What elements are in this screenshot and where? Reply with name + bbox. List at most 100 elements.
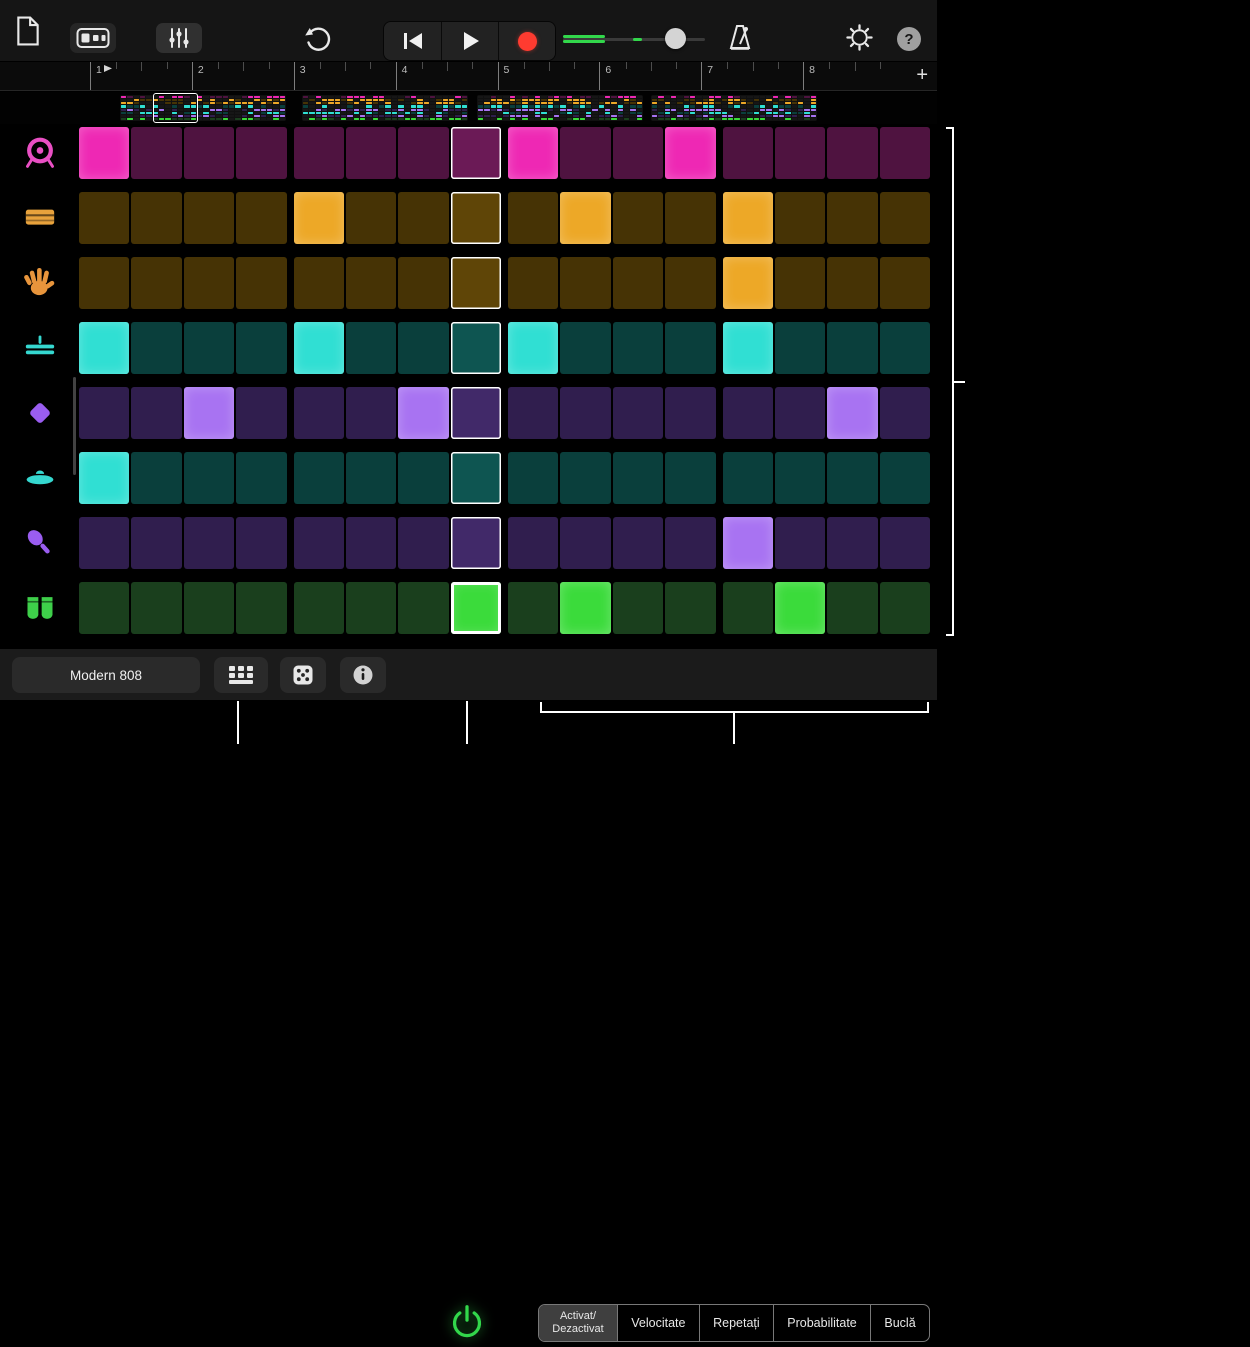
step-closed-hi-hat-7[interactable]	[398, 322, 449, 374]
closed-hi-hat-icon[interactable]	[0, 322, 79, 374]
step-snare-drum-14[interactable]	[774, 192, 826, 244]
block-icon[interactable]	[0, 387, 79, 439]
step-snare-drum-13[interactable]	[722, 192, 773, 244]
randomize-button[interactable]	[280, 657, 326, 693]
step-congas-5[interactable]	[293, 582, 344, 634]
snare-drum-icon[interactable]	[0, 192, 79, 244]
step-kick-drum-10[interactable]	[560, 127, 611, 179]
clap-icon[interactable]	[0, 257, 79, 309]
step-shaker-16[interactable]	[879, 517, 930, 569]
step-congas-6[interactable]	[345, 582, 397, 634]
ruler-beat-6[interactable]: 6	[599, 62, 701, 90]
step-snare-drum-10[interactable]	[560, 192, 611, 244]
step-closed-hi-hat-3[interactable]	[183, 322, 235, 374]
step-kick-drum-7[interactable]	[398, 127, 449, 179]
step-snare-drum-2[interactable]	[131, 192, 182, 244]
step-open-hi-hat-2[interactable]	[131, 452, 182, 504]
step-closed-hi-hat-11[interactable]	[612, 322, 664, 374]
ruler-beat-8[interactable]: 8	[803, 62, 905, 90]
step-kick-drum-6[interactable]	[345, 127, 397, 179]
new-document-icon[interactable]	[15, 16, 41, 46]
patch-name-button[interactable]: Modern 808	[12, 657, 200, 693]
step-kick-drum-4[interactable]	[236, 127, 287, 179]
step-congas-8[interactable]	[450, 582, 501, 634]
step-kick-drum-5[interactable]	[293, 127, 344, 179]
step-closed-hi-hat-4[interactable]	[236, 322, 287, 374]
step-closed-hi-hat-8[interactable]	[450, 322, 501, 374]
step-block-9[interactable]	[508, 387, 559, 439]
step-snare-drum-7[interactable]	[398, 192, 449, 244]
step-closed-hi-hat-16[interactable]	[879, 322, 930, 374]
step-kick-drum-2[interactable]	[131, 127, 182, 179]
step-closed-hi-hat-10[interactable]	[560, 322, 611, 374]
mixer-controls-button[interactable]	[156, 23, 202, 53]
step-open-hi-hat-16[interactable]	[879, 452, 930, 504]
step-snare-drum-3[interactable]	[183, 192, 235, 244]
track-view-toggle-button[interactable]	[70, 23, 116, 53]
step-clap-14[interactable]	[774, 257, 826, 309]
step-kick-drum-15[interactable]	[827, 127, 878, 179]
step-shaker-2[interactable]	[131, 517, 182, 569]
volume-slider[interactable]	[563, 28, 705, 50]
mode-segment-5[interactable]: Buclă	[870, 1305, 929, 1341]
step-shaker-3[interactable]	[183, 517, 235, 569]
step-open-hi-hat-15[interactable]	[827, 452, 878, 504]
step-open-hi-hat-3[interactable]	[183, 452, 235, 504]
record-button[interactable]	[498, 22, 555, 60]
step-clap-2[interactable]	[131, 257, 182, 309]
step-block-12[interactable]	[665, 387, 716, 439]
volume-knob[interactable]	[665, 28, 686, 49]
ruler-beat-3[interactable]: 3	[293, 62, 396, 90]
mode-segment-4[interactable]: Probabilitate	[772, 1305, 870, 1341]
play-button[interactable]	[441, 22, 498, 60]
step-clap-4[interactable]	[236, 257, 287, 309]
pattern-section-1[interactable]	[120, 93, 286, 123]
step-shaker-12[interactable]	[665, 517, 716, 569]
ruler-beat-2[interactable]: 2	[191, 62, 294, 90]
shaker-icon[interactable]	[0, 517, 79, 569]
step-kick-drum-12[interactable]	[665, 127, 716, 179]
open-hi-hat-icon[interactable]	[0, 452, 79, 504]
step-block-10[interactable]	[560, 387, 611, 439]
ruler-beat-1[interactable]: 1	[90, 62, 192, 90]
step-clap-15[interactable]	[827, 257, 878, 309]
step-shaker-13[interactable]	[722, 517, 773, 569]
step-block-7[interactable]	[398, 387, 449, 439]
step-clap-5[interactable]	[293, 257, 344, 309]
step-snare-drum-11[interactable]	[612, 192, 664, 244]
step-clap-6[interactable]	[345, 257, 397, 309]
step-shaker-1[interactable]	[79, 517, 130, 569]
step-kick-drum-13[interactable]	[722, 127, 773, 179]
mode-segment-3[interactable]: Repetați	[698, 1305, 773, 1341]
step-shaker-7[interactable]	[398, 517, 449, 569]
step-block-2[interactable]	[131, 387, 182, 439]
step-snare-drum-16[interactable]	[879, 192, 930, 244]
step-snare-drum-5[interactable]	[293, 192, 344, 244]
pattern-section-2[interactable]	[302, 95, 468, 121]
step-clap-16[interactable]	[879, 257, 930, 309]
step-snare-drum-9[interactable]	[508, 192, 559, 244]
step-kick-drum-11[interactable]	[612, 127, 664, 179]
step-open-hi-hat-5[interactable]	[293, 452, 344, 504]
step-open-hi-hat-6[interactable]	[345, 452, 397, 504]
step-block-6[interactable]	[345, 387, 397, 439]
step-block-5[interactable]	[293, 387, 344, 439]
pattern-section-3[interactable]	[477, 95, 643, 121]
step-snare-drum-6[interactable]	[345, 192, 397, 244]
step-clap-10[interactable]	[560, 257, 611, 309]
step-congas-11[interactable]	[612, 582, 664, 634]
step-shaker-9[interactable]	[508, 517, 559, 569]
step-open-hi-hat-9[interactable]	[508, 452, 559, 504]
step-clap-7[interactable]	[398, 257, 449, 309]
step-open-hi-hat-13[interactable]	[722, 452, 773, 504]
mode-segment-2[interactable]: Velocitate	[616, 1305, 699, 1341]
kick-drum-icon[interactable]	[0, 127, 79, 179]
step-block-3[interactable]	[183, 387, 235, 439]
step-shaker-11[interactable]	[612, 517, 664, 569]
pattern-grid-button[interactable]	[214, 657, 268, 693]
ruler-beat-7[interactable]: 7	[701, 62, 803, 90]
step-kick-drum-14[interactable]	[774, 127, 826, 179]
step-shaker-5[interactable]	[293, 517, 344, 569]
step-shaker-8[interactable]	[450, 517, 501, 569]
step-congas-3[interactable]	[183, 582, 235, 634]
